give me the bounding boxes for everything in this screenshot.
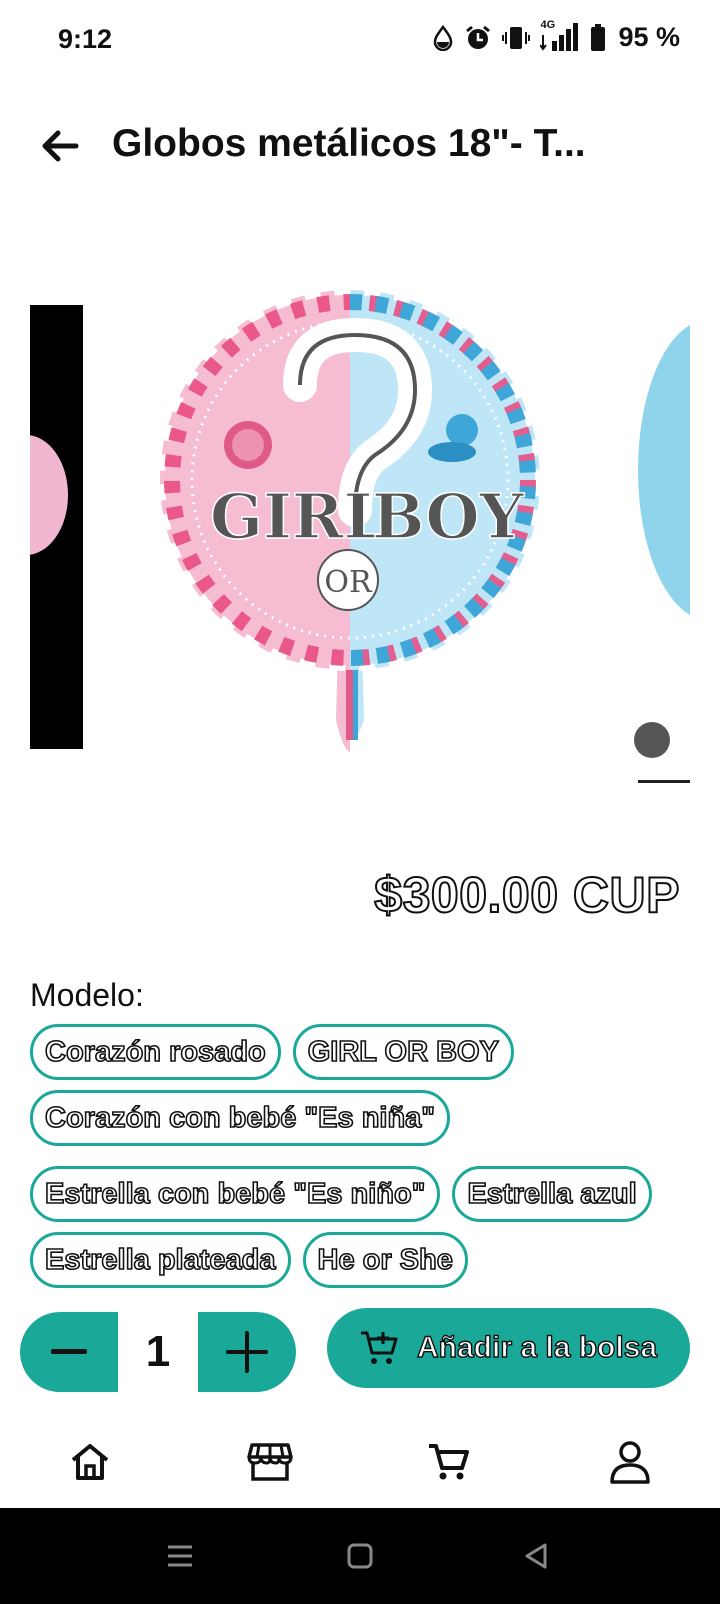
menu-lines-icon [168,1545,192,1567]
status-icons: 4G 95 % [432,19,680,53]
image-text-boy: BOY [372,480,525,553]
alarm-icon [466,25,491,49]
back-system-button[interactable] [512,1534,560,1578]
model-option-estrella-bebe-nino[interactable]: Estrella con bebé "Es niño" [30,1166,441,1222]
user-icon [610,1441,650,1484]
arrow-left-icon [42,130,79,162]
decrease-button[interactable] [20,1312,118,1392]
bottom-nav [0,1416,720,1508]
model-option-he-or-she[interactable]: He or She [302,1232,468,1288]
nav-store[interactable] [238,1430,302,1494]
system-nav-bar [0,1508,720,1604]
page-title: Globos metálicos 18"- T... [112,122,586,165]
store-icon [247,1443,293,1481]
gallery-indicator [638,780,690,783]
status-bar: 9:12 4G 95 % [0,0,720,80]
gallery-prev-image[interactable] [30,305,83,749]
status-time: 9:12 [58,24,113,54]
water-drop-icon [434,24,453,51]
cart-icon [429,1444,469,1480]
nav-profile[interactable] [598,1430,662,1494]
quantity-value: 1 [118,1312,198,1392]
battery-icon [591,23,606,51]
quantity-stepper: 1 [20,1312,296,1392]
nav-cart[interactable] [416,1430,480,1494]
app-header: Globos metálicos 18"- T... [0,100,720,192]
image-text-or: OR [324,565,373,600]
model-option-corazon-rosado[interactable]: Corazón rosado [30,1024,281,1080]
model-option-corazon-bebe-nina[interactable]: Corazón con bebé "Es niña" [30,1090,451,1146]
add-to-bag-label: Añadir a la bolsa [416,1330,658,1364]
back-button[interactable] [34,120,86,172]
home-system-button[interactable] [336,1534,384,1578]
home-icon [71,1444,109,1480]
plus-icon [226,1331,268,1373]
product-price: $300.00 CUP [373,866,680,924]
image-text-girl: GIRL [210,480,387,553]
increase-button[interactable] [198,1312,296,1392]
cart-add-icon [361,1331,398,1364]
recent-apps-button[interactable] [156,1534,204,1578]
add-to-bag-button[interactable]: Añadir a la bolsa [327,1308,690,1388]
model-option-estrella-plateada[interactable]: Estrella plateada [30,1232,291,1288]
minus-icon [51,1349,87,1354]
nav-home[interactable] [58,1430,122,1494]
gallery-next-image[interactable] [620,280,690,800]
model-options: Corazón rosado GIRL OR BOY Corazón con b… [30,1024,690,1288]
product-gallery[interactable]: GIRL BOY OR [0,280,720,800]
triangle-back-icon [525,1543,547,1569]
model-option-estrella-azul[interactable]: Estrella azul [452,1166,652,1222]
product-image[interactable]: GIRL BOY OR [150,280,570,780]
vibrate-icon [502,26,531,49]
model-label: Modelo: [30,977,144,1013]
share-badge-icon[interactable] [634,722,670,758]
signal-icon: 4G [540,19,580,53]
model-option-girl-or-boy[interactable]: GIRL OR BOY [292,1024,514,1080]
battery-percent: 95 % [618,22,680,52]
square-icon [347,1543,373,1569]
